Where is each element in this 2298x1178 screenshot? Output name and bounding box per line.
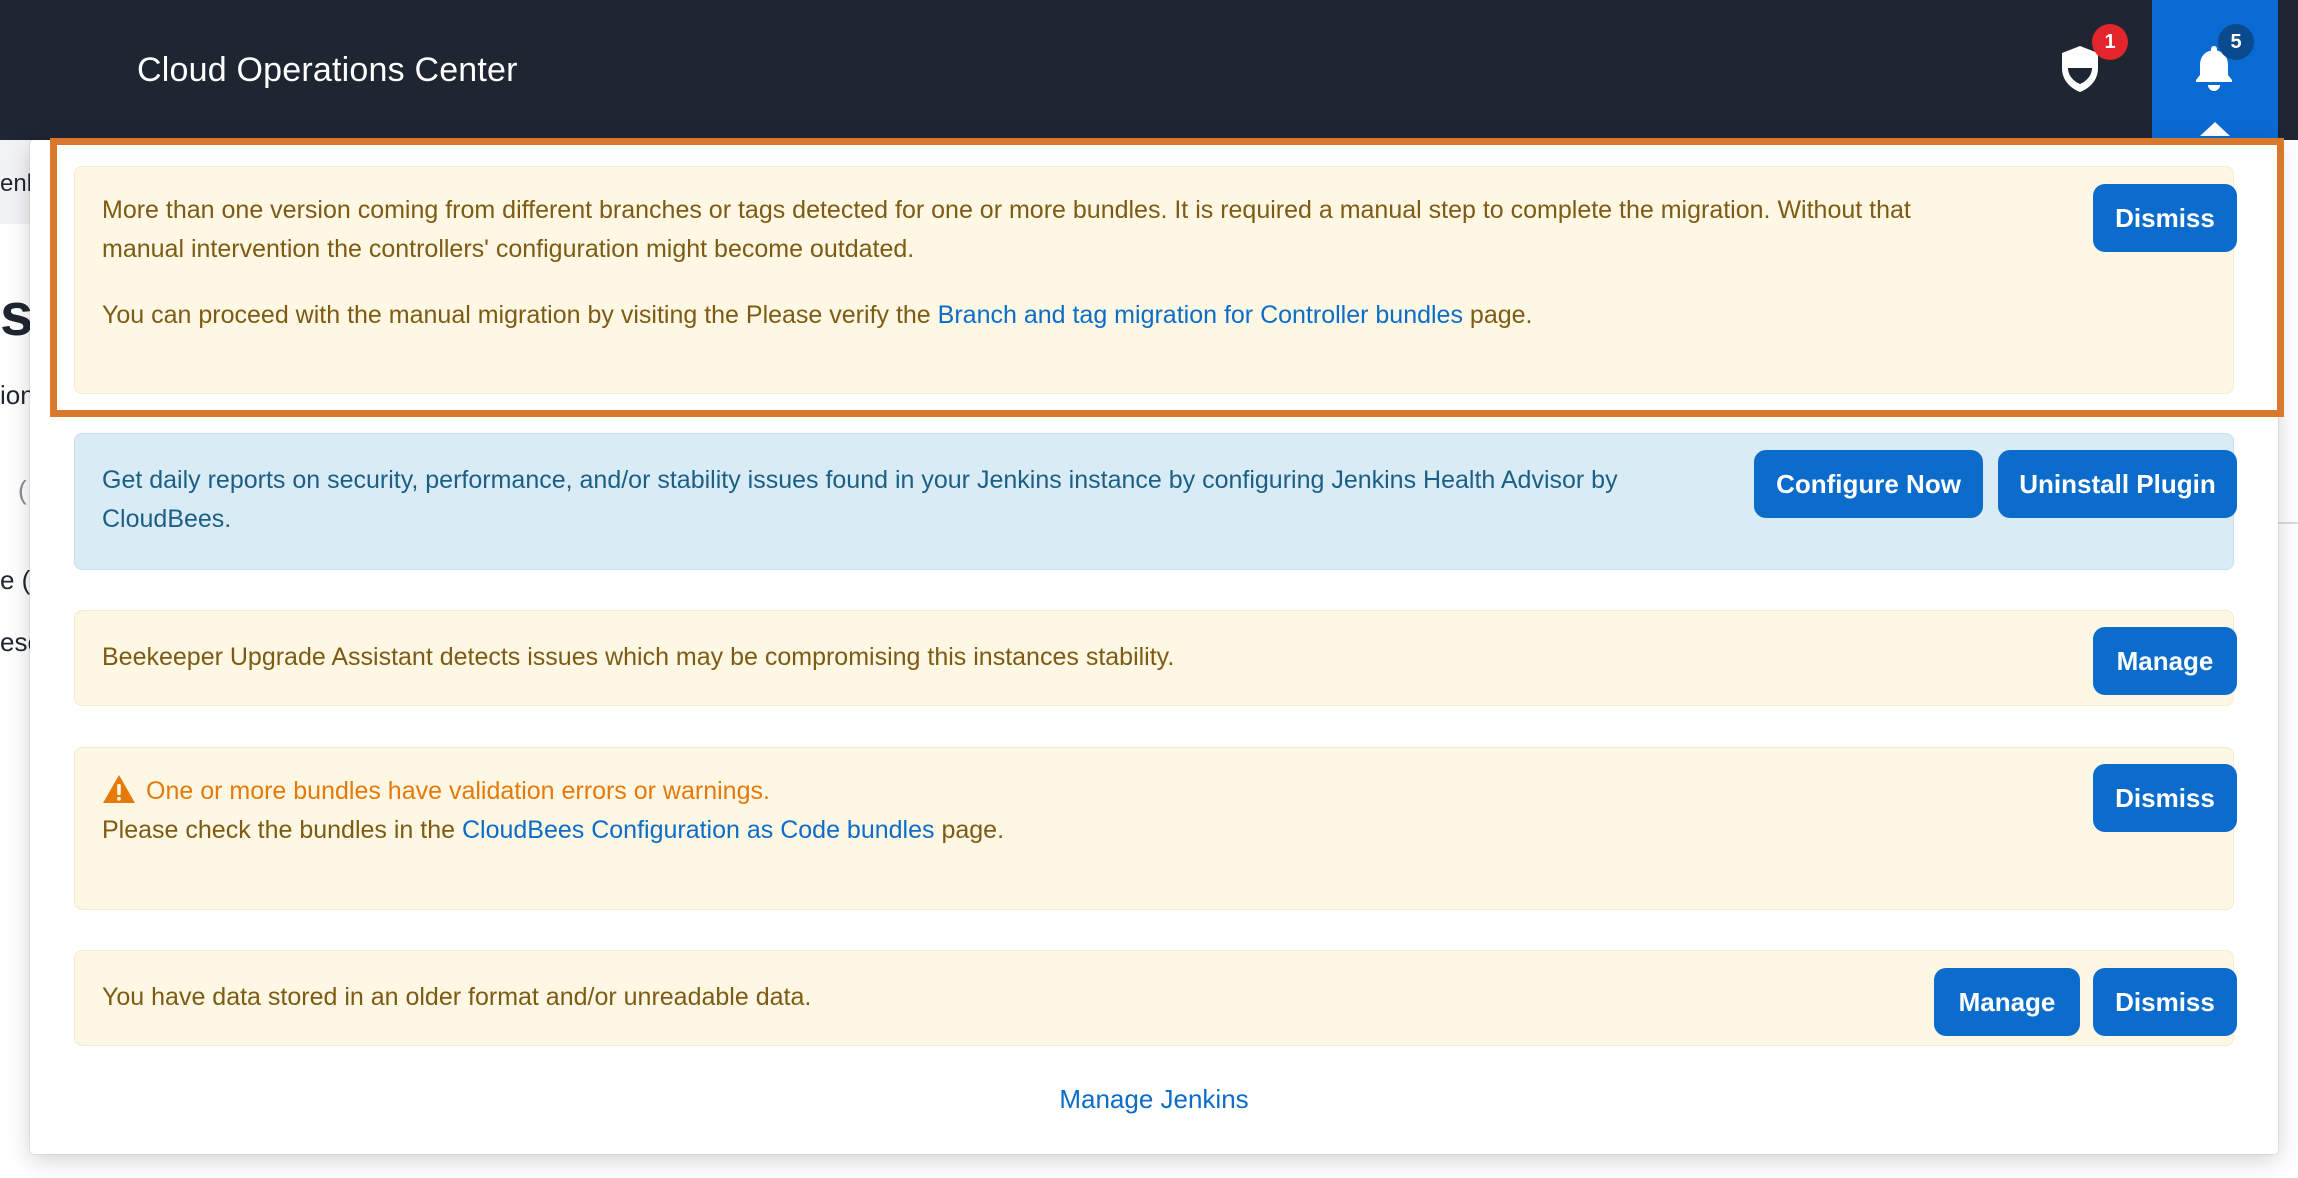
beekeeper-alert: Beekeeper Upgrade Assistant detects issu… <box>74 610 2237 706</box>
bundle-validation-suffix: page. <box>934 816 1005 844</box>
migration-alert-prefix: You can proceed with the manual migratio… <box>102 301 938 329</box>
top-header: Cloud Operations Center 1 5 <box>0 0 2298 140</box>
migration-alert-suffix: page. <box>1462 301 1533 329</box>
health-advisor-line-1: Get daily reports on security, performan… <box>102 466 1618 494</box>
bundle-dismiss-button[interactable]: Dismiss <box>2093 764 2237 832</box>
app-title[interactable]: Cloud Operations Center <box>137 50 518 90</box>
bundle-validation-alert-text: One or more bundles have validation erro… <box>102 772 2002 850</box>
old-data-alert-text: You have data stored in an older format … <box>102 983 812 1011</box>
migration-alert-line-2: manual intervention the controllers' con… <box>102 235 915 263</box>
bundle-validation-line-2: Please check the bundles in the CloudBee… <box>102 811 2002 850</box>
background-text-1: ion <box>0 380 30 410</box>
notifications-panel: More than one version coming from differ… <box>30 140 2278 1154</box>
health-advisor-alert-text: Get daily reports on security, performan… <box>102 461 1762 539</box>
background-breadcrumb-text: enk <box>0 170 30 197</box>
bundle-validation-alert: One or more bundles have validation erro… <box>74 747 2237 910</box>
background-text-3: e (C <box>0 565 30 595</box>
beekeeper-manage-button[interactable]: Manage <box>2093 627 2237 695</box>
configure-now-button[interactable]: Configure Now <box>1754 450 1983 518</box>
warning-icon <box>103 775 135 803</box>
health-advisor-alert: Get daily reports on security, performan… <box>74 433 2237 570</box>
casc-bundles-link[interactable]: CloudBees Configuration as Code bundles <box>462 816 935 844</box>
security-count-badge: 1 <box>2092 24 2128 60</box>
uninstall-plugin-button[interactable]: Uninstall Plugin <box>1998 450 2237 518</box>
migration-alert-text: More than one version coming from differ… <box>102 191 2042 335</box>
migration-alert-line-1: More than one version coming from differ… <box>102 196 1911 224</box>
migration-dismiss-button[interactable]: Dismiss <box>2093 184 2237 252</box>
background-divider <box>2278 522 2298 524</box>
dropdown-caret <box>2200 122 2230 136</box>
background-text-4: esc <box>0 627 30 657</box>
migration-alert-line-3: You can proceed with the manual migratio… <box>102 296 2042 335</box>
branch-tag-migration-link[interactable]: Branch and tag migration for Controller … <box>938 301 1463 329</box>
security-monitor-button[interactable]: 1 <box>2040 24 2128 110</box>
notifications-count-badge: 5 <box>2218 24 2254 60</box>
bundle-validation-title-row: One or more bundles have validation erro… <box>102 772 2002 811</box>
old-data-alert: You have data stored in an older format … <box>74 950 2237 1046</box>
old-data-manage-button[interactable]: Manage <box>1934 968 2080 1036</box>
bundle-validation-prefix: Please check the bundles in the <box>102 816 462 844</box>
health-advisor-line-2: CloudBees. <box>102 505 232 533</box>
notifications-button[interactable]: 5 <box>2152 0 2278 140</box>
background-heading: s <box>0 281 30 348</box>
bundle-validation-title: One or more bundles have validation erro… <box>146 777 770 805</box>
beekeeper-alert-text: Beekeeper Upgrade Assistant detects issu… <box>102 643 1175 671</box>
old-data-dismiss-button[interactable]: Dismiss <box>2093 968 2237 1036</box>
manage-jenkins-link[interactable]: Manage Jenkins <box>30 1084 2278 1115</box>
migration-alert: More than one version coming from differ… <box>74 166 2237 394</box>
